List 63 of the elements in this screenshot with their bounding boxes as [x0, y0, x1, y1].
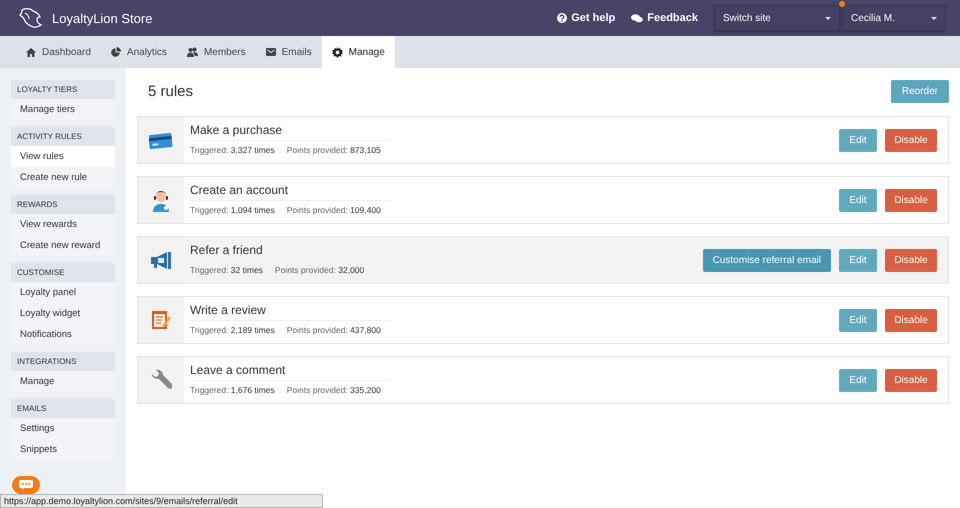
- nav-tab[interactable]: Manage: [322, 36, 395, 68]
- sidebar-item[interactable]: Loyalty panel: [11, 282, 115, 303]
- sidebar-item[interactable]: Notifications: [11, 324, 115, 345]
- triggered-count: Triggered: 2,189 times: [190, 325, 275, 335]
- nav-tab[interactable]: Members: [176, 36, 256, 68]
- help-icon: [557, 13, 568, 23]
- triggered-count: Triggered: 3,327 times: [190, 145, 275, 155]
- sidebar-heading: LOYALTY TIERS: [11, 80, 115, 99]
- sidebar-item[interactable]: Create new rule: [11, 167, 115, 188]
- sidebar-heading: ACTIVITY RULES: [11, 127, 115, 146]
- caret-icon: [931, 16, 937, 20]
- disable-button[interactable]: Disable: [885, 308, 937, 332]
- disable-button[interactable]: Disable: [885, 128, 937, 152]
- megaphone-icon: [150, 252, 172, 268]
- sidebar-heading: REWARDS: [11, 195, 115, 214]
- top-link[interactable]: Feedback: [631, 12, 698, 24]
- rule-name: Refer a friend: [190, 243, 390, 261]
- nav-tab[interactable]: Emails: [256, 36, 322, 68]
- sidebar-item[interactable]: Snippets: [11, 439, 115, 460]
- people-icon: [186, 47, 198, 57]
- nav-tab[interactable]: Dashboard: [16, 36, 101, 68]
- chat-bubbles-icon: [631, 14, 644, 22]
- sidebar-item[interactable]: Manage: [11, 371, 115, 392]
- sidebar-item[interactable]: Loyalty widget: [11, 303, 115, 324]
- nav-tab[interactable]: Analytics: [100, 36, 177, 68]
- sidebar-item[interactable]: Manage tiers: [11, 99, 115, 120]
- pie-chart-icon: [110, 47, 121, 57]
- points-provided: Points provided: 437,800: [286, 325, 381, 335]
- rule-name: Leave a comment: [190, 363, 390, 381]
- caret-icon: [825, 16, 831, 20]
- rule-name: Make a purchase: [190, 123, 390, 141]
- sidebar-heading: EMAILS: [11, 399, 115, 418]
- credit-card-icon: [149, 132, 173, 148]
- points-provided: Points provided: 873,105: [286, 145, 381, 155]
- top-link[interactable]: Get help: [557, 12, 616, 24]
- status-bar-url: https://app.demo.loyaltylion.com/sites/9/emails/referral/edit: [0, 494, 323, 508]
- sidebar-item[interactable]: View rules: [11, 146, 115, 167]
- home-icon: [26, 48, 36, 56]
- disable-button[interactable]: Disable: [885, 248, 937, 272]
- triggered-count: Triggered: 1,094 times: [190, 205, 275, 215]
- triggered-count: Triggered: 32 times: [190, 265, 263, 275]
- sidebar-heading: INTEGRATIONS: [11, 352, 115, 371]
- points-provided: Points provided: 109,400: [286, 205, 381, 215]
- page-title: 5 rules: [148, 83, 194, 100]
- person-headset-icon: [151, 188, 171, 212]
- rule-name: Write a review: [190, 303, 390, 321]
- disable-button[interactable]: Disable: [885, 188, 937, 212]
- points-provided: Points provided: 335,200: [286, 385, 381, 395]
- site-select[interactable]: Switch site: [714, 5, 840, 31]
- sidebar-item[interactable]: Settings: [11, 418, 115, 439]
- sidebar-heading: CUSTOMISE: [11, 263, 115, 282]
- store-name: LoyaltyLion Store: [52, 10, 152, 26]
- sidebar-item[interactable]: Create new reward: [11, 235, 115, 256]
- points-provided: Points provided: 32,000: [274, 265, 364, 275]
- disable-button[interactable]: Disable: [885, 368, 937, 392]
- triggered-count: Triggered: 1,676 times: [190, 385, 275, 395]
- settings-icon: [332, 46, 343, 58]
- wrench-icon: [150, 369, 172, 391]
- mail-icon: [266, 48, 276, 56]
- notepad-pencil-icon: [151, 310, 171, 330]
- lion-logo-icon: [18, 7, 44, 29]
- sidebar-item[interactable]: View rewards: [11, 214, 115, 235]
- rule-name: Create an account: [190, 183, 390, 201]
